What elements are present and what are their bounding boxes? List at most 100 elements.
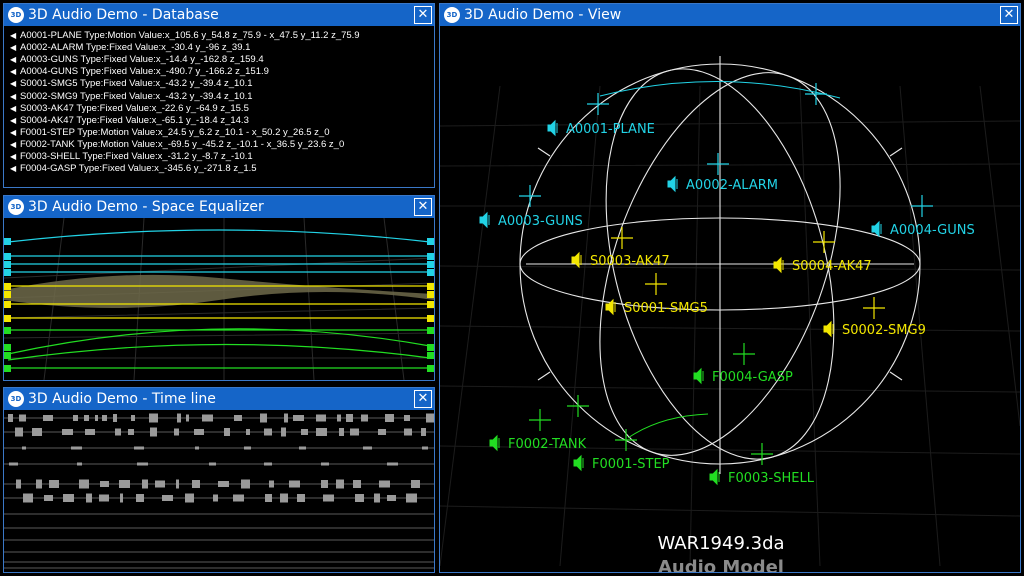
timeline-clip[interactable] (102, 415, 107, 421)
database-row[interactable]: ◀ F0001-STEP Type:Motion Value:x_24.5 y_6… (10, 127, 329, 139)
database-row[interactable]: ◀ S0001-SMG5 Type:Fixed Value:x_-43.2 y_-… (10, 78, 253, 90)
timeline-clip[interactable] (43, 415, 53, 421)
timeline-clip[interactable] (406, 493, 417, 503)
source-label[interactable]: F0004-GASP (712, 370, 793, 385)
timeline-clip[interactable] (49, 480, 59, 488)
source-label[interactable]: A0003-GUNS (498, 214, 583, 229)
source-marker-crosshair[interactable] (813, 231, 835, 253)
timeline-clip[interactable] (421, 428, 426, 436)
timeline-clip[interactable] (411, 480, 420, 488)
source-label[interactable]: A0001-PLANE (566, 122, 655, 137)
timeline-clip[interactable] (62, 429, 73, 435)
timeline-clip[interactable] (15, 427, 23, 437)
timeline-clip[interactable] (264, 462, 272, 466)
timeline-clip[interactable] (16, 479, 21, 489)
source-marker-crosshair[interactable] (751, 443, 773, 465)
timeline-clip[interactable] (218, 481, 229, 487)
view-canvas[interactable]: A0001-PLANE A0002-ALARM A0003-GUNS A0004-GU… (440, 26, 1020, 572)
timeline-clip[interactable] (321, 480, 328, 488)
timeline-clip[interactable] (95, 415, 98, 421)
timeline-close-button[interactable]: ✕ (414, 390, 432, 408)
timeline-clip[interactable] (8, 414, 13, 422)
timeline-clip[interactable] (387, 495, 396, 501)
timeline-clip[interactable] (297, 494, 305, 502)
timeline-clip[interactable] (346, 414, 353, 422)
timeline-clip[interactable] (186, 414, 189, 422)
timeline-clip[interactable] (22, 446, 26, 450)
view-titlebar[interactable]: 3D 3D Audio Demo - View ✕ (440, 4, 1020, 26)
timeline-clip[interactable] (113, 414, 117, 422)
timeline-clip[interactable] (404, 415, 410, 421)
source-marker-end[interactable] (567, 395, 589, 417)
timeline-clip[interactable] (136, 494, 144, 502)
timeline-clip[interactable] (195, 446, 199, 450)
source-marker-crosshair[interactable] (733, 343, 755, 365)
timeline-clip[interactable] (339, 428, 344, 436)
database-row[interactable]: ◀ F0003-SHELL Type:Fixed Value:x_-31.2 y_… (10, 151, 253, 163)
database-row[interactable]: ◀ F0002-TANK Type:Motion Value:x_-69.5 y_… (10, 139, 344, 151)
timeline-clip[interactable] (337, 414, 341, 422)
timeline-clip[interactable] (281, 427, 286, 437)
timeline-clip[interactable] (374, 493, 380, 503)
timeline-clip[interactable] (36, 479, 42, 489)
equalizer-close-button[interactable]: ✕ (414, 198, 432, 216)
equalizer-titlebar[interactable]: 3D 3D Audio Demo - Space Equalizer ✕ (4, 196, 434, 218)
timeline-clip[interactable] (131, 415, 135, 421)
database-row[interactable]: ◀ A0002-ALARM Type:Fixed Value:x_-30.4 y_… (10, 42, 250, 54)
database-row[interactable]: ◀ S0003-AK47 Type:Fixed Value:x_-22.6 y_-… (10, 103, 249, 115)
database-row[interactable]: ◀ A0001-PLANE Type:Motion Value:x_105.6 y… (10, 30, 360, 42)
timeline-clip[interactable] (119, 480, 130, 488)
timeline-clip[interactable] (155, 480, 165, 488)
timeline-clip[interactable] (379, 480, 390, 488)
timeline-clip[interactable] (23, 493, 33, 503)
timeline-clip[interactable] (321, 462, 329, 466)
timeline-clip[interactable] (177, 413, 181, 423)
timeline-clip[interactable] (192, 480, 200, 488)
timeline-clip[interactable] (363, 446, 372, 450)
timeline-clip[interactable] (293, 415, 304, 421)
database-titlebar[interactable]: 3D 3D Audio Demo - Database ✕ (4, 4, 434, 26)
source-marker-crosshair[interactable] (707, 153, 729, 175)
timeline-clip[interactable] (44, 495, 53, 501)
timeline-clip[interactable] (265, 494, 272, 502)
source-label[interactable]: F0002-TANK (508, 437, 587, 452)
source-label[interactable]: S0003-AK47 (590, 254, 670, 269)
timeline-clip[interactable] (213, 494, 218, 502)
timeline-clip[interactable] (71, 446, 82, 450)
source-marker-crosshair[interactable] (611, 227, 633, 249)
timeline-clip[interactable] (224, 428, 230, 436)
timeline-clip[interactable] (9, 462, 18, 466)
view-close-button[interactable]: ✕ (1000, 6, 1018, 24)
source-marker-crosshair[interactable] (615, 429, 637, 451)
timeline-clip[interactable] (284, 413, 288, 423)
timeline-clip[interactable] (355, 494, 364, 502)
timeline-clip[interactable] (128, 429, 134, 435)
timeline-clip[interactable] (234, 415, 242, 421)
timeline-clip[interactable] (426, 413, 434, 423)
timeline-clip[interactable] (241, 479, 250, 489)
timeline-clip[interactable] (185, 493, 194, 503)
timeline-clip[interactable] (336, 479, 344, 489)
timeline-clip[interactable] (99, 494, 109, 502)
timeline-clip[interactable] (115, 428, 121, 436)
timeline-clip[interactable] (385, 414, 394, 422)
timeline-clip[interactable] (289, 480, 300, 488)
timeline-clip[interactable] (86, 493, 92, 503)
timeline-clip[interactable] (100, 481, 109, 487)
source-label[interactable]: S0002-SMG9 (842, 323, 926, 338)
timeline-clip[interactable] (422, 446, 428, 450)
source-marker-crosshair[interactable] (911, 195, 933, 217)
database-close-button[interactable]: ✕ (414, 6, 432, 24)
timeline-clip[interactable] (142, 479, 148, 489)
timeline-clip[interactable] (233, 494, 244, 502)
audio-model-3d-view[interactable]: A0001-PLANE A0002-ALARM A0003-GUNS A0004-GU… (440, 26, 1020, 572)
source-label[interactable]: S0001-SMG5 (624, 301, 708, 316)
timeline-clip[interactable] (378, 429, 386, 435)
timeline-clip[interactable] (176, 479, 179, 489)
timeline-clip[interactable] (209, 462, 216, 466)
timeline-clip[interactable] (194, 429, 204, 435)
timeline-titlebar[interactable]: 3D 3D Audio Demo - Time line ✕ (4, 388, 434, 410)
timeline-clip[interactable] (299, 446, 306, 450)
timeline-clip[interactable] (85, 429, 95, 435)
timeline-clip[interactable] (404, 428, 412, 436)
